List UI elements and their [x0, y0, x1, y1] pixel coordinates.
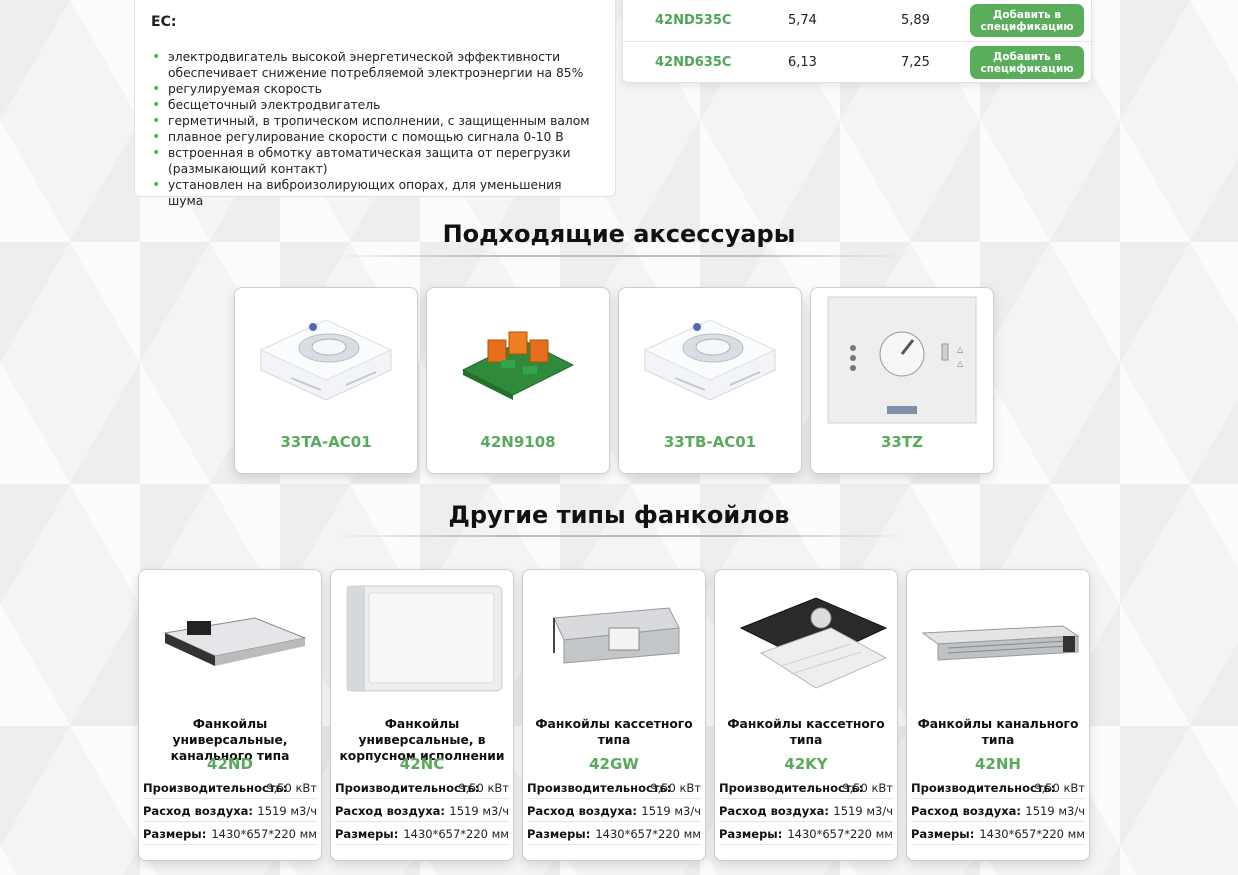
accessory-card[interactable]: 33TA-AC01 — [234, 287, 418, 474]
spec-row: Производительность: 9,50 кВт — [719, 778, 893, 799]
models-table: 42ND535C 5,74 5,89 Добавить в спецификац… — [622, 0, 1092, 83]
table-row: 42ND535C 5,74 5,89 Добавить в спецификац… — [623, 0, 1091, 41]
fancoil-type-card[interactable]: Фанкойлы универсальные, в корпусном испо… — [330, 569, 514, 861]
wall-thermostat-image: △ △ — [827, 296, 977, 424]
accessory-card[interactable]: △ △ 33TZ — [810, 287, 994, 474]
accessory-card[interactable]: 42N9108 — [426, 287, 610, 474]
model-value-1: 5,74 — [788, 13, 817, 28]
fancoil-model[interactable]: 42NC — [331, 755, 513, 773]
spec-label: Расход воздуха: — [143, 804, 254, 818]
spec-label: Размеры: — [719, 827, 783, 841]
svg-text:△: △ — [957, 359, 964, 368]
spec-value: 9,50 кВт — [1034, 781, 1085, 795]
model-value-2: 7,25 — [901, 55, 930, 70]
spec-label: Размеры: — [335, 827, 399, 841]
model-name[interactable]: 42ND535C — [655, 13, 731, 28]
fancoil-type-title: Фанкойлы кассетного типа — [535, 717, 693, 747]
spec-row: Расход воздуха: 1519 м3/ч — [335, 801, 509, 822]
accessories-heading: Подходящие аксессуары — [442, 220, 796, 248]
spec-value: 1430*657*220 мм — [403, 827, 509, 841]
relay-board-image — [461, 331, 575, 400]
fancoil-type-card[interactable]: Фанкойлы кассетного типа 42KY Производит… — [714, 569, 898, 861]
cassette-fancoil-image — [739, 597, 888, 689]
spec-label: Размеры: — [527, 827, 591, 841]
spec-label: Расход воздуха: — [335, 804, 446, 818]
feature-item: встроенная в обмотку автоматическая защи… — [151, 145, 599, 177]
model-value-1: 6,13 — [788, 55, 817, 70]
spec-value: 1430*657*220 мм — [595, 827, 701, 841]
features-panel: EC: электродвигатель высокой энергетичес… — [134, 0, 616, 208]
spec-label: Размеры: — [143, 827, 207, 841]
add-to-spec-button[interactable]: Добавить в спецификацию — [970, 4, 1084, 37]
spec-label: Расход воздуха: — [911, 804, 1022, 818]
svg-text:△: △ — [957, 345, 964, 354]
spec-row: Производительность: 9,50 кВт — [527, 778, 701, 799]
fancoil-model[interactable]: 42ND — [139, 755, 321, 773]
spec-row: Расход воздуха: 1519 м3/ч — [143, 801, 317, 822]
fancoil-model[interactable]: 42KY — [715, 755, 897, 773]
other-types-heading: Другие типы фанкойлов — [448, 501, 790, 529]
fancoil-model[interactable]: 42GW — [523, 755, 705, 773]
spec-value: 1519 м3/ч — [257, 804, 317, 818]
fancoil-type-title: Фанкойлы кассетного типа — [727, 717, 885, 747]
feature-item: герметичный, в тропическом исполнении, с… — [151, 113, 599, 129]
spec-row: Расход воздуха: 1519 м3/ч — [911, 801, 1085, 822]
spec-row: Размеры: 1430*657*220 мм — [911, 824, 1085, 845]
fancoil-model[interactable]: 42NH — [907, 755, 1089, 773]
model-name[interactable]: 42ND635C — [655, 55, 731, 70]
spec-value: 1519 м3/ч — [449, 804, 509, 818]
section-divider — [330, 255, 910, 257]
spec-row: Производительность: 9,50 кВт — [911, 778, 1085, 799]
thermostat-controller-image — [643, 319, 777, 401]
spec-value: 9,50 кВт — [650, 781, 701, 795]
feature-item: бесщеточный электродвигатель — [151, 97, 599, 113]
spec-row: Размеры: 1430*657*220 мм — [335, 824, 509, 845]
ducted-fancoil-image — [163, 617, 307, 666]
fancoil-type-card[interactable]: Фанкойлы кассетного типа 42GW Производит… — [522, 569, 706, 861]
fancoil-type-title: Фанкойлы канального типа — [917, 717, 1079, 747]
spec-row: Размеры: 1430*657*220 мм — [143, 824, 317, 845]
spec-label: Размеры: — [911, 827, 975, 841]
feature-item: электродвигатель высокой энергетической … — [151, 49, 599, 81]
table-row: 42ND635C 6,13 7,25 Добавить в спецификац… — [623, 41, 1091, 83]
accessory-name[interactable]: 33TB-AC01 — [619, 433, 801, 451]
thermostat-controller-image — [259, 319, 393, 401]
spec-value: 1430*657*220 мм — [211, 827, 317, 841]
spec-row: Размеры: 1430*657*220 мм — [719, 824, 893, 845]
spec-row: Расход воздуха: 1519 м3/ч — [719, 801, 893, 822]
ducted-fancoil-image — [921, 625, 1080, 661]
features-title: EC: — [151, 14, 177, 30]
model-value-2: 5,89 — [901, 13, 930, 28]
spec-row: Производительность: 9,50 кВт — [335, 778, 509, 799]
spec-value: 9,50 кВт — [842, 781, 893, 795]
section-divider — [330, 535, 910, 537]
feature-item: регулируемая скорость — [151, 81, 599, 97]
features-list: электродвигатель высокой энергетической … — [151, 49, 599, 209]
feature-item: установлен на виброизолирующих опорах, д… — [151, 177, 599, 209]
spec-value: 1519 м3/ч — [833, 804, 893, 818]
spec-row: Производительность: 9,50 кВт — [143, 778, 317, 799]
spec-value: 1519 м3/ч — [1025, 804, 1085, 818]
spec-value: 1430*657*220 мм — [787, 827, 893, 841]
add-to-spec-button[interactable]: Добавить в спецификацию — [970, 46, 1084, 79]
accessory-name[interactable]: 33TA-AC01 — [235, 433, 417, 451]
spec-value: 9,50 кВт — [458, 781, 509, 795]
spec-value: 1519 м3/ч — [641, 804, 701, 818]
accessory-name[interactable]: 42N9108 — [427, 433, 609, 451]
cabinet-fancoil-image — [346, 585, 503, 692]
fancoil-type-card[interactable]: Фанкойлы канального типа 42NH Производит… — [906, 569, 1090, 861]
spec-value: 1430*657*220 мм — [979, 827, 1085, 841]
accessory-name[interactable]: 33TZ — [811, 433, 993, 451]
spec-value: 9,50 кВт — [266, 781, 317, 795]
fancoil-type-card[interactable]: Фанкойлы универсальные, канального типа … — [138, 569, 322, 861]
accessory-card[interactable]: 33TB-AC01 — [618, 287, 802, 474]
spec-label: Расход воздуха: — [527, 804, 638, 818]
spec-label: Расход воздуха: — [719, 804, 830, 818]
feature-item: плавное регулирование скорости с помощью… — [151, 129, 599, 145]
spec-row: Расход воздуха: 1519 м3/ч — [527, 801, 701, 822]
cassette-fancoil-image — [553, 607, 680, 664]
spec-row: Размеры: 1430*657*220 мм — [527, 824, 701, 845]
